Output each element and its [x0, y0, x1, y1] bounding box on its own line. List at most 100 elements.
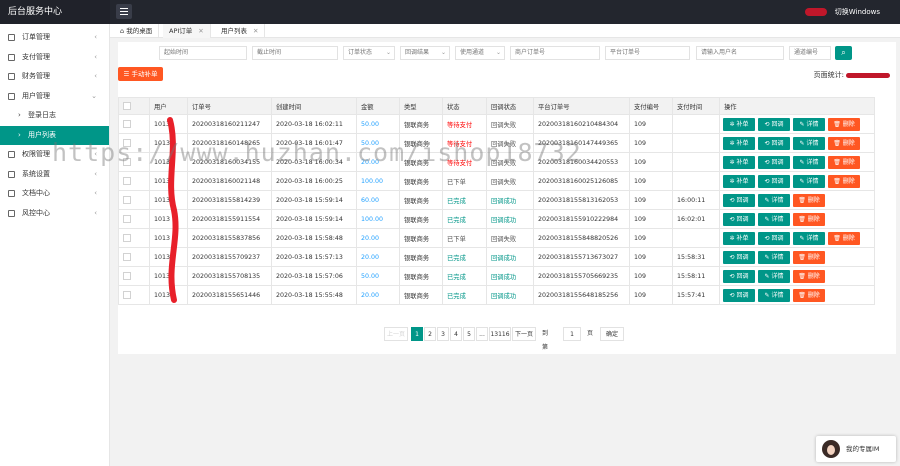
column-header: 创建时间 [271, 97, 357, 115]
delete-button[interactable]: 🗑 删除 [793, 193, 825, 207]
delete-button[interactable]: 🗑 删除 [828, 117, 860, 131]
row-checkbox[interactable] [123, 253, 131, 261]
detail-button[interactable]: ✎ 详情 [793, 231, 825, 245]
merchant-order-input[interactable]: 商户订单号 [510, 46, 600, 60]
detail-button[interactable]: ✎ 详情 [793, 117, 825, 131]
supplement-button[interactable]: ✲ 补单 [723, 117, 755, 131]
detail-button[interactable]: ✎ 详情 [758, 212, 790, 226]
sidebar-item-0-side-top[interactable]: 订单管理 ‹ [0, 28, 109, 48]
delete-button[interactable]: 🗑 删除 [793, 269, 825, 283]
callback-button[interactable]: ⟲ 回调 [758, 174, 790, 188]
row-checkbox[interactable] [123, 120, 131, 128]
delete-button[interactable]: 🗑 删除 [793, 250, 825, 264]
page-3-button[interactable]: 3 [437, 327, 449, 341]
page-5-button[interactable]: 5 [463, 327, 475, 341]
user-menu[interactable]: 切换Windows [804, 0, 880, 24]
sidebar-subitem-login-log[interactable]: › 登录日志 [0, 106, 109, 126]
delete-button[interactable]: 🗑 删除 [828, 174, 860, 188]
sidebar-item-3-side-bottom[interactable]: 风控中心 ‹ [0, 204, 109, 224]
search-button[interactable]: ⌕ [835, 46, 852, 60]
detail-button[interactable]: ✎ 详情 [793, 174, 825, 188]
chevron-icon: ‹ [94, 33, 97, 41]
next-page-button[interactable]: 下一页 [512, 327, 536, 341]
row-checkbox[interactable] [123, 291, 131, 299]
callback-button[interactable]: ⟲ 回调 [758, 136, 790, 150]
row-checkbox[interactable] [123, 139, 131, 147]
row-checkbox[interactable] [123, 177, 131, 185]
tab-api-orders[interactable]: API订单 ✕ [163, 24, 211, 38]
close-icon[interactable]: ✕ [253, 27, 258, 35]
table-row: 1013 20200318160211247 2020-03-18 16:02:11… [118, 114, 875, 134]
sidebar-item-2-side-bottom[interactable]: 文档中心 ‹ [0, 184, 109, 204]
hamburger-icon[interactable] [116, 4, 132, 19]
last-page-button[interactable]: 13116 [489, 327, 511, 341]
cell-type: 银联商务 [399, 266, 443, 286]
sidebar-item-1-side-top[interactable]: 支付管理 ‹ [0, 48, 109, 68]
delete-button[interactable]: 🗑 删除 [793, 212, 825, 226]
detail-button[interactable]: ✎ 详情 [758, 193, 790, 207]
supplement-button[interactable]: ✲ 补单 [723, 231, 755, 245]
row-checkbox[interactable] [123, 234, 131, 242]
row-checkbox[interactable] [123, 215, 131, 223]
page-1-button[interactable]: 1 [411, 327, 423, 341]
cell-pay-time [672, 228, 720, 248]
detail-button[interactable]: ✎ 详情 [793, 155, 825, 169]
channel-select[interactable]: 使用通道 ⌄ [455, 46, 505, 60]
callback-button[interactable]: ⟲ 回调 [723, 212, 755, 226]
cell-amount: 20.00 [356, 285, 400, 305]
sidebar-item-1-side-bottom[interactable]: 系统设置 ‹ [0, 165, 109, 185]
delete-button[interactable]: 🗑 删除 [828, 136, 860, 150]
row-checkbox[interactable] [123, 196, 131, 204]
platform-order-input[interactable]: 平台订单号 [605, 46, 690, 60]
callback-icon: ⟲ [764, 120, 770, 128]
sidebar-item-3-side-top[interactable]: 用户管理 ⌄ [0, 87, 109, 107]
detail-button[interactable]: ✎ 详情 [758, 250, 790, 264]
username-input[interactable]: 请输入用户名 [696, 46, 784, 60]
end-time-input[interactable]: 截止时间 [252, 46, 338, 60]
delete-button[interactable]: 🗑 删除 [793, 288, 825, 302]
supplement-button[interactable]: ✲ 补单 [723, 174, 755, 188]
supplement-button[interactable]: ✲ 补单 [723, 136, 755, 150]
row-checkbox[interactable] [123, 158, 131, 166]
supplement-button[interactable]: ✲ 补单 [723, 155, 755, 169]
callback-button[interactable]: ⟲ 回调 [758, 155, 790, 169]
tab-user-list[interactable]: 用户列表 ✕ [215, 24, 266, 38]
row-checkbox[interactable] [123, 272, 131, 280]
start-time-input[interactable]: 起始时间 [159, 46, 247, 60]
channel-code-input[interactable]: 通道编号 [789, 46, 831, 60]
order-status-select[interactable]: 订单状态 ⌄ [343, 46, 395, 60]
menu-item-icon [8, 92, 15, 100]
sidebar-item-2-side-top[interactable]: 财务管理 ‹ [0, 67, 109, 87]
detail-button[interactable]: ✎ 详情 [758, 269, 790, 283]
page-2-button[interactable]: 2 [424, 327, 436, 341]
cell-user: 1013 [149, 133, 188, 153]
page-4-button[interactable]: 4 [450, 327, 462, 341]
callback-button[interactable]: ⟲ 回调 [723, 269, 755, 283]
cell-created: 2020-03-18 15:57:06 [271, 266, 357, 286]
app-title: 后台服务中心 [0, 0, 110, 24]
delete-icon: 🗑 [833, 158, 841, 166]
goto-confirm-button[interactable]: 确定 [600, 327, 624, 341]
callback-button[interactable]: ⟲ 回调 [758, 231, 790, 245]
top-bar: 后台服务中心 切换Windows [0, 0, 900, 24]
callback-button[interactable]: ⟲ 回调 [723, 193, 755, 207]
tab-desktop[interactable]: ⌂ 我的桌面 [114, 24, 160, 38]
callback-button[interactable]: ⟲ 回调 [723, 288, 755, 302]
supplement-icon: ✲ [729, 177, 735, 185]
close-icon[interactable]: ✕ [198, 27, 203, 35]
callback-button[interactable]: ⟲ 回调 [758, 117, 790, 131]
sidebar-subitem-user-list[interactable]: › 用户列表 [0, 125, 109, 145]
im-widget[interactable]: 我的专属IM [816, 436, 896, 462]
cell-pay-no: 109 [629, 114, 673, 134]
delete-button[interactable]: 🗑 删除 [828, 231, 860, 245]
prev-page-button[interactable]: 上一页 [384, 327, 408, 341]
sidebar-item-0-side-bottom[interactable]: 权限管理 ‹ [0, 145, 109, 165]
callback-result-select[interactable]: 回调结果 ⌄ [400, 46, 450, 60]
manual-add-button[interactable]: ☰ 手动补单 [118, 67, 163, 81]
detail-button[interactable]: ✎ 详情 [793, 136, 825, 150]
select-all-checkbox[interactable] [123, 102, 131, 110]
detail-button[interactable]: ✎ 详情 [758, 288, 790, 302]
goto-page-input[interactable]: 1 [563, 327, 581, 341]
delete-button[interactable]: 🗑 删除 [828, 155, 860, 169]
callback-button[interactable]: ⟲ 回调 [723, 250, 755, 264]
